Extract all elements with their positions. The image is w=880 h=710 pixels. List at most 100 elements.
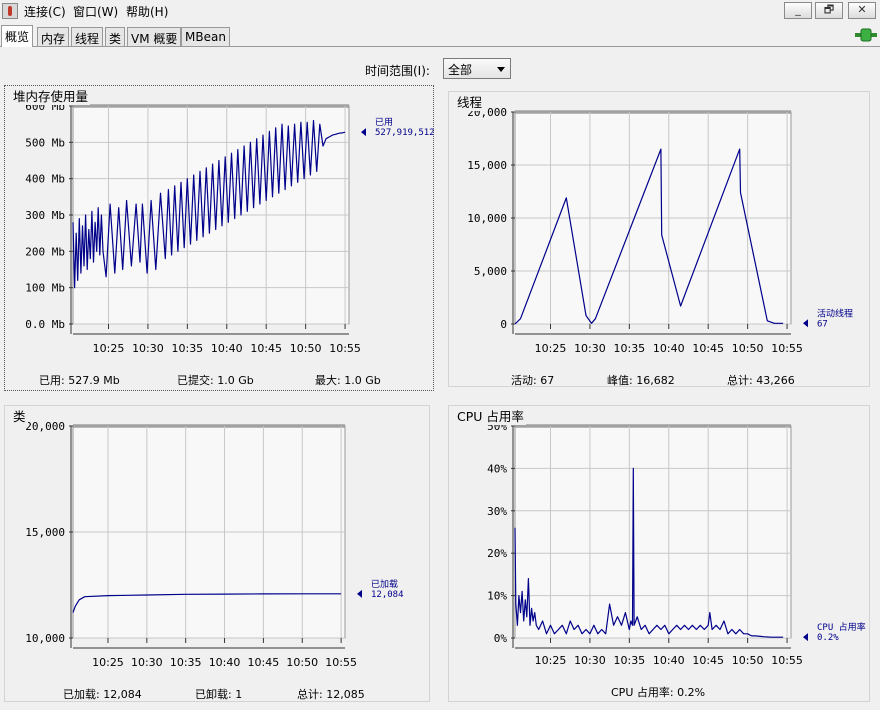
- x-tick-label: 10:45: [692, 342, 724, 355]
- series-name-label: 已用: [375, 117, 393, 128]
- series-marker: [803, 319, 808, 328]
- y-tick-label: 200 Mb: [25, 245, 65, 258]
- y-tick-label: 10,000: [25, 632, 65, 645]
- footer-total: 总计: 12,085: [297, 688, 365, 701]
- connection-status-icon: [855, 28, 877, 42]
- menu-connection[interactable]: 连接(C): [24, 3, 66, 20]
- y-tick-label: 0%: [494, 632, 508, 645]
- y-tick-label: 30%: [487, 505, 507, 518]
- x-tick-label: 10:30: [132, 342, 164, 355]
- threads-chart: 05,00010,00015,00020,00010:25 10:30 10:35 1…: [467, 106, 853, 355]
- y-tick-label: 300 Mb: [25, 209, 65, 222]
- x-tick-label: 10:55: [325, 656, 357, 669]
- tab-classes[interactable]: 类: [105, 27, 126, 46]
- tab-threads[interactable]: 线程: [71, 27, 104, 46]
- minimize-button[interactable]: _: [784, 2, 812, 19]
- menu-help[interactable]: 帮助(H): [126, 3, 168, 20]
- x-tick-label: 10:35: [613, 654, 645, 667]
- time-range-select[interactable]: 全部: [443, 58, 511, 79]
- x-tick-label: 10:30: [131, 656, 163, 669]
- series-value-label: 0.2%: [817, 633, 839, 643]
- restore-button[interactable]: 🗗: [815, 2, 843, 19]
- y-tick-label: 400 Mb: [25, 173, 65, 186]
- x-tick-label: 10:40: [653, 342, 685, 355]
- time-range-value: 全部: [448, 63, 473, 77]
- tab-vm-summary[interactable]: VM 概要: [127, 27, 182, 46]
- x-tick-label: 10:25: [535, 654, 567, 667]
- y-tick-label: 500 Mb: [25, 136, 65, 149]
- time-range-label: 时间范围(I):: [365, 64, 430, 78]
- x-tick-label: 10:25: [92, 656, 124, 669]
- x-tick-label: 10:35: [170, 656, 202, 669]
- heap-memory-panel[interactable]: 0.0 Mb 100 Mb 200 Mb 300 Mb 400 Mb 500 Mb 600 …: [4, 85, 435, 391]
- x-tick-label: 10:55: [329, 342, 361, 355]
- x-tick-label: 10:40: [653, 654, 685, 667]
- x-tick-label: 10:55: [771, 654, 803, 667]
- y-tick-label: 100 Mb: [25, 282, 65, 295]
- x-tick-label: 10:30: [574, 654, 606, 667]
- x-tick-label: 10:55: [771, 342, 803, 355]
- cpu-usage-chart: 0%10%20%30%40%50%10:25 10:30 10:35 10:40 10:…: [487, 420, 866, 667]
- panel-title: CPU 占用率: [455, 406, 526, 425]
- x-tick-label: 10:45: [692, 654, 724, 667]
- panel-title: 线程: [455, 92, 485, 111]
- footer-unloaded: 已卸载: 1: [195, 688, 243, 701]
- tab-bar: 概览 内存 线程 类 VM 概要 MBean: [0, 25, 880, 47]
- panel-title: 类: [11, 406, 28, 425]
- y-tick-label: 15,000: [467, 159, 507, 172]
- x-tick-label: 10:30: [574, 342, 606, 355]
- panel-title: 堆内存使用量: [11, 86, 91, 105]
- x-tick-label: 10:50: [732, 654, 764, 667]
- y-tick-label: 20%: [487, 547, 507, 560]
- x-tick-label: 10:35: [613, 342, 645, 355]
- threads-panel[interactable]: 0 5,000 10,000 15,000 20,000 10:25 10:30 10:35 1…: [448, 91, 870, 387]
- footer-max: 最大: 1.0 Gb: [315, 374, 381, 387]
- series-name-label: CPU 占用率: [817, 621, 866, 633]
- y-tick-label: 10%: [487, 590, 507, 603]
- y-tick-label: 40%: [487, 462, 507, 475]
- y-tick-label: 0.0 Mb: [25, 318, 65, 331]
- plot-area: [514, 425, 792, 639]
- series-name-label: 活动线程: [817, 307, 853, 319]
- y-tick-label: 10,000: [467, 212, 507, 225]
- y-tick-label: 5,000: [474, 265, 507, 278]
- x-tick-label: 10:50: [290, 342, 322, 355]
- footer-peak: 峰值: 16,682: [607, 374, 675, 387]
- x-tick-label: 10:50: [286, 656, 318, 669]
- x-tick-label: 10:45: [250, 342, 282, 355]
- y-tick-label: 15,000: [25, 526, 65, 539]
- java-app-icon[interactable]: [2, 3, 18, 19]
- footer-live: 活动: 67: [511, 374, 555, 387]
- y-tick-label: 20,000: [25, 420, 65, 433]
- series-value-label: 527,919,512: [375, 128, 435, 138]
- series-value-label: 67: [817, 319, 828, 329]
- tab-memory[interactable]: 内存: [37, 27, 70, 46]
- menu-window[interactable]: 窗口(W): [73, 3, 118, 20]
- x-tick-label: 10:35: [171, 342, 203, 355]
- footer-used: 已用: 527.9 Mb: [39, 374, 120, 387]
- close-button[interactable]: ✕: [848, 2, 876, 19]
- footer-committed: 已提交: 1.0 Gb: [177, 374, 254, 387]
- tab-overview[interactable]: 概览: [1, 25, 34, 47]
- heap-memory-chart: 0.0 Mb100 Mb200 Mb300 Mb400 Mb500 Mb600 …: [25, 100, 435, 355]
- x-tick-label: 10:25: [93, 342, 125, 355]
- x-tick-label: 10:50: [732, 342, 764, 355]
- chevron-down-icon: [497, 67, 505, 72]
- tab-mbean[interactable]: MBean: [181, 27, 230, 46]
- cpu-usage-panel[interactable]: 0% 10% 20% 30% 40% 50% 10:25 10:30 10:35 10:40 10:…: [448, 405, 870, 702]
- x-tick-label: 10:40: [211, 342, 243, 355]
- y-tick-label: 0: [500, 318, 507, 331]
- classes-chart: 10,000 15,000 20,000 10:25 10:30 10:35 10:40 10…: [25, 420, 404, 669]
- x-tick-label: 10:25: [535, 342, 567, 355]
- series-marker: [803, 633, 808, 642]
- menu-bar: 连接(C) 窗口(W) 帮助(H) _ 🗗 ✕: [0, 0, 880, 22]
- series-name-label: 已加载: [371, 578, 398, 590]
- x-tick-label: 10:45: [248, 656, 280, 669]
- series-marker: [361, 128, 366, 137]
- footer-cpu-usage: CPU 占用率: 0.2%: [611, 686, 706, 699]
- footer-total: 总计: 43,266: [727, 374, 795, 387]
- series-value-label: 12,084: [371, 590, 404, 600]
- classes-panel[interactable]: 10,000 15,000 20,000 10:25 10:30 10:35 10:40 10…: [4, 405, 430, 702]
- x-tick-label: 10:40: [209, 656, 241, 669]
- footer-loaded: 已加载: 12,084: [63, 688, 142, 701]
